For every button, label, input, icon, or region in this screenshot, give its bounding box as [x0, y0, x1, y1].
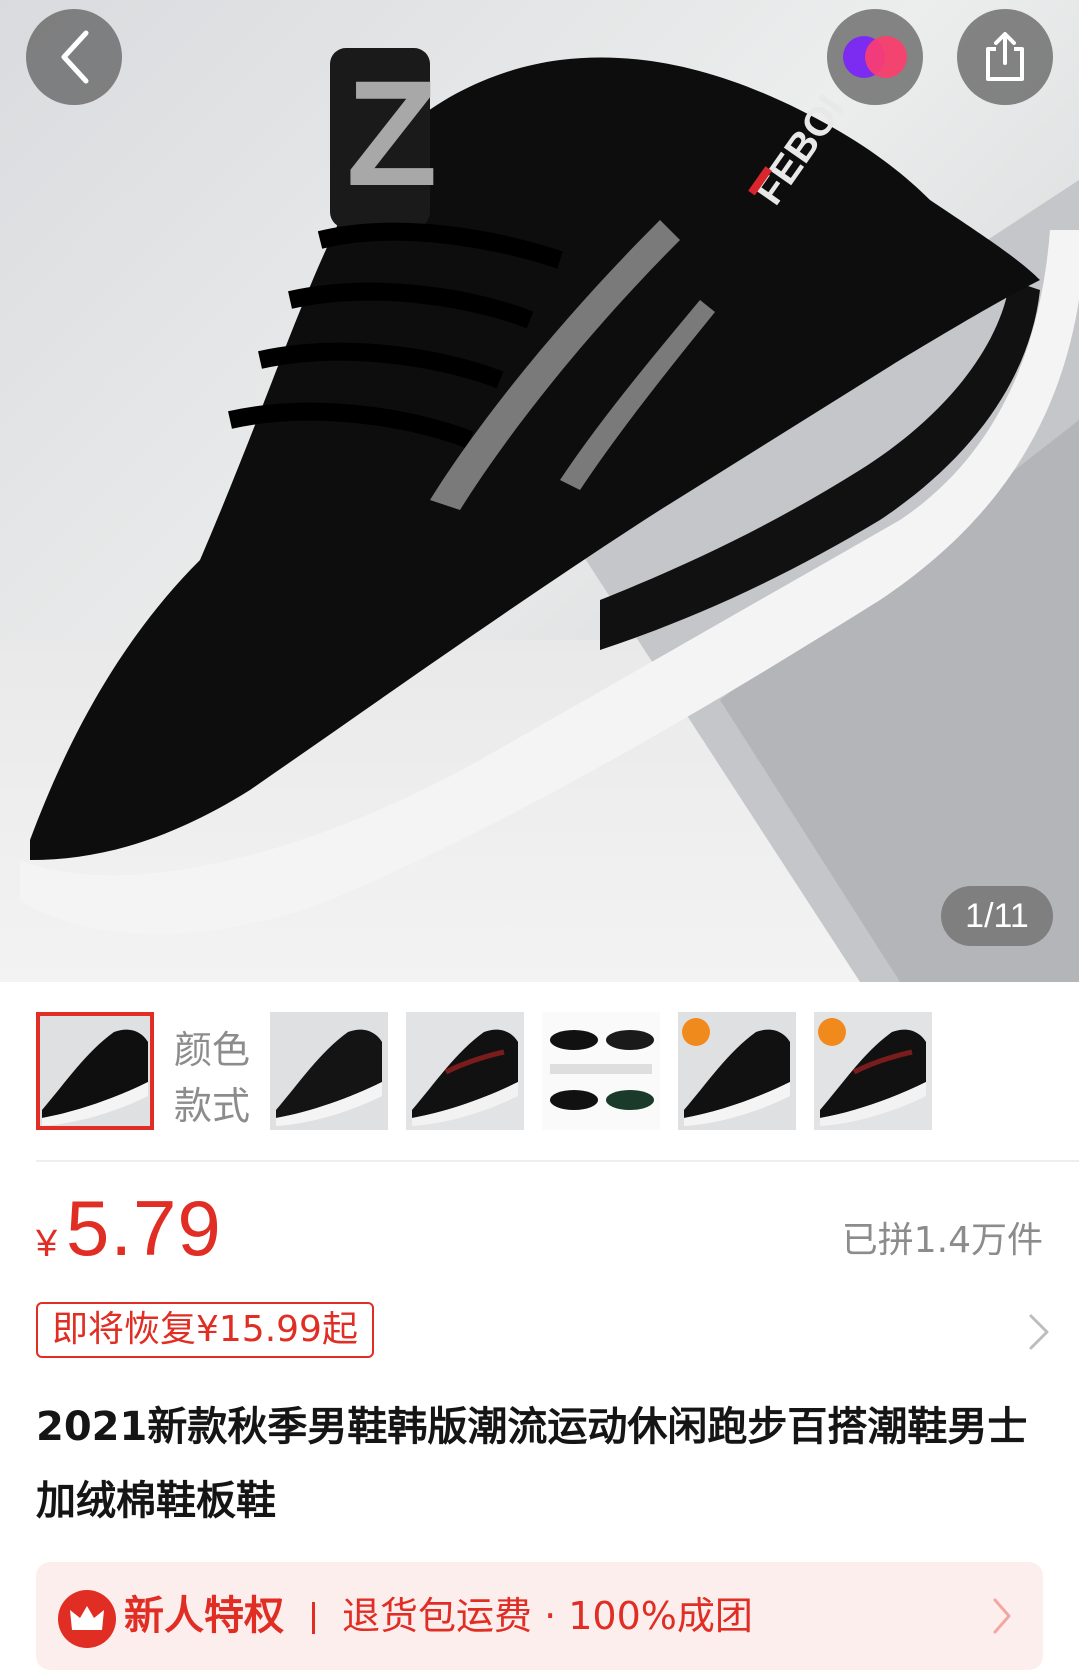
- crown-icon: [58, 1590, 116, 1648]
- image-counter: 1/11: [941, 886, 1053, 946]
- sku-thumbnail[interactable]: [270, 1012, 388, 1130]
- sku-thumbnail[interactable]: [36, 1012, 154, 1130]
- price-restore-text: 即将恢复¥15.99起: [52, 1309, 358, 1350]
- sku-thumbnail[interactable]: [678, 1012, 796, 1130]
- chevron-right-icon[interactable]: [1023, 1310, 1053, 1354]
- svg-text:Z: Z: [346, 49, 438, 217]
- brand-button[interactable]: [827, 9, 923, 105]
- sku-thumbnail[interactable]: [542, 1012, 660, 1130]
- back-arrow-icon: [61, 30, 89, 84]
- sku-thumbnail-image: [814, 1012, 932, 1130]
- chevron-right-icon: [993, 1598, 1011, 1634]
- brand-logo-icon: [843, 36, 907, 78]
- sku-thumbnail[interactable]: [406, 1012, 524, 1130]
- sku-color-label-text: 颜色 款式: [174, 1028, 251, 1128]
- sku-thumbnail-image: [542, 1012, 660, 1130]
- sku-thumbnail[interactable]: [814, 1012, 932, 1130]
- share-button[interactable]: [957, 9, 1053, 105]
- sku-thumbnail-image: [406, 1012, 524, 1130]
- share-icon: [986, 32, 1024, 81]
- price-row: ¥ 5.79 已拼1.4万件: [36, 1183, 1043, 1283]
- sold-count: 已拼1.4万件: [841, 1220, 1043, 1261]
- sku-thumbnail-image: [678, 1012, 796, 1130]
- product-image-carousel[interactable]: Z FEBOI 1/11: [0, 0, 1079, 982]
- section-divider: [36, 1160, 1079, 1162]
- back-button[interactable]: [26, 9, 122, 105]
- new-user-separator: [312, 1602, 315, 1634]
- price-restore-tag: 即将恢复¥15.99起: [36, 1302, 374, 1358]
- price-value: 5.79: [66, 1184, 222, 1272]
- product-title: 2021新款秋季男鞋韩版潮流运动休闲跑步百搭潮鞋男士加绒棉鞋板鞋: [36, 1404, 1028, 1524]
- new-user-title: 新人特权: [124, 1593, 284, 1639]
- sku-thumbnail-image: [36, 1012, 154, 1130]
- price-currency: ¥: [36, 1223, 58, 1265]
- sneaker-image: Z FEBOI: [20, 48, 1079, 934]
- sku-thumbnail-row: 颜色 款式: [0, 1012, 1079, 1134]
- new-user-privilege-bar[interactable]: 新人特权 退货包运费 · 100%成团: [36, 1562, 1043, 1670]
- sku-color-label: 颜色 款式: [174, 1022, 254, 1134]
- sku-thumbnail-image: [270, 1012, 388, 1130]
- new-user-benefits: 退货包运费 · 100%成团: [342, 1594, 753, 1638]
